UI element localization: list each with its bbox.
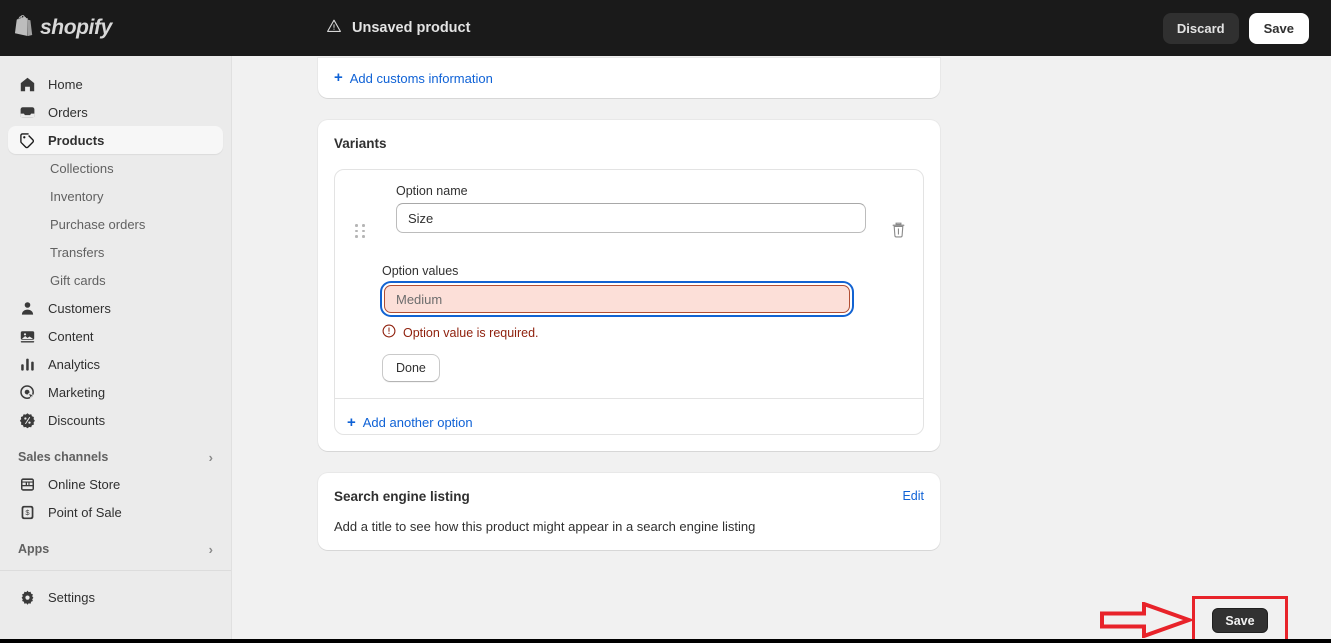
sidebar-item-discounts[interactable]: Discounts [8,406,223,434]
seo-edit-button[interactable]: Edit [902,489,924,503]
sidebar-item-gift-cards[interactable]: Gift cards [8,266,223,294]
sidebar-item-collections[interactable]: Collections [8,154,223,182]
pos-receipt-icon: $ [18,503,36,521]
main-content: + Add customs information Variants Optio… [232,56,1331,639]
add-another-option-button[interactable]: + Add another option [347,413,923,431]
sidebar-item-inventory[interactable]: Inventory [8,182,223,210]
home-icon [18,75,36,93]
topbar-actions: Discard Save [1162,12,1309,44]
sidebar-item-orders[interactable]: Orders [8,98,223,126]
chevron-right-icon: › [208,541,213,557]
delete-option-button[interactable] [885,218,911,244]
sidebar-item-online-store[interactable]: Online Store [8,470,223,498]
analytics-bars-icon [18,355,36,373]
seo-description: Add a title to see how this product migh… [334,519,756,534]
discount-badge-icon [18,411,36,429]
add-another-option-label: Add another option [362,415,473,430]
sidebar-item-label: Settings [48,589,95,605]
variants-card: Variants Option name Size Option values … [318,120,940,451]
sidebar-section-sales-channels[interactable]: Sales channels › [8,444,223,470]
sidebar-item-label: Home [48,76,83,92]
sidebar-subitem-label: Purchase orders [50,216,146,232]
option-editor-box: Option name Size Option values Medium Op… [334,169,924,435]
sidebar-item-marketing[interactable]: Marketing [8,378,223,406]
sidebar-section-label: Sales channels [18,450,109,464]
option-values-input-focus-ring [382,283,852,315]
error-text: Option value is required. [403,325,539,340]
sidebar-subitem-label: Inventory [50,188,104,204]
option-values-input[interactable] [384,285,850,313]
sidebar-item-purchase-orders[interactable]: Purchase orders [8,210,223,238]
option-values-label: Option values [382,264,459,278]
sidebar-nav: Home Orders Products Collections Invento… [0,56,232,639]
search-engine-listing-card: Search engine listing Edit Add a title t… [318,473,940,550]
storefront-icon [18,475,36,493]
add-customs-information-label: Add customs information [349,70,493,86]
option-name-label: Option name [396,184,468,198]
products-tag-icon [18,131,36,149]
error-circle-icon [382,324,396,341]
discard-button[interactable]: Discard [1162,12,1239,44]
sidebar-subitem-label: Collections [50,160,114,176]
seo-header: Search engine listing Edit [334,489,924,504]
sidebar-item-products[interactable]: Products [8,126,223,154]
orders-inbox-icon [18,103,36,121]
sidebar-subitem-label: Transfers [50,244,105,260]
sidebar-section-label: Apps [18,542,50,556]
sidebar-item-settings[interactable]: Settings [8,583,223,611]
sidebar-item-analytics[interactable]: Analytics [8,350,223,378]
sidebar-item-label: Marketing [48,384,106,400]
sidebar-item-label: Products [48,132,105,148]
option-name-input[interactable] [396,203,866,233]
sidebar-item-label: Analytics [48,356,101,372]
sidebar-subitem-label: Gift cards [50,272,106,288]
option-name-field-group: Option name [396,184,870,233]
shopify-bag-icon [13,14,33,42]
unsaved-status: Unsaved product [228,18,1163,39]
shopify-logo[interactable]: shopify [13,14,228,42]
customs-information-card: + Add customs information [318,58,940,98]
sidebar-item-label: Customers [48,300,111,316]
marketing-target-icon [18,383,36,401]
sidebar-item-label: Point of Sale [48,504,122,520]
top-bar: shopify Unsaved product Discard Save [0,0,1331,56]
variants-title: Variants [334,136,387,151]
sidebar-item-home[interactable]: Home [8,70,223,98]
drag-handle-icon[interactable] [355,224,369,238]
sidebar-item-label: Discounts [48,412,106,428]
sidebar-item-label: Content [48,328,94,344]
sidebar-item-transfers[interactable]: Transfers [8,238,223,266]
content-column: + Add customs information Variants Optio… [318,56,940,550]
shopify-wordmark: shopify [40,16,112,39]
gear-icon [18,588,36,606]
seo-title: Search engine listing [334,489,470,504]
trash-icon [890,221,907,242]
content-image-icon [18,327,36,345]
sidebar-section-apps[interactable]: Apps › [8,536,223,562]
sidebar-item-label: Orders [48,104,88,120]
chevron-right-icon: › [208,449,213,465]
done-button[interactable]: Done [382,354,440,382]
add-customs-information-button[interactable]: + Add customs information [334,69,493,86]
sidebar-item-point-of-sale[interactable]: $ Point of Sale [8,498,223,526]
add-another-option-row: + Add another option [335,399,923,434]
plus-icon: + [334,69,343,86]
option-values-field-group: Option values Medium Option value is req… [335,264,923,398]
save-button-floating[interactable]: Save [1212,608,1268,633]
customer-person-icon [18,299,36,317]
shopify-admin-screen: shopify Unsaved product Discard Save Hom… [0,0,1331,643]
option-name-row: Option name [335,184,923,244]
sidebar-item-content[interactable]: Content [8,322,223,350]
option-values-error-message: Option value is required. [382,324,923,341]
sidebar-item-label: Online Store [48,476,121,492]
save-button-topbar[interactable]: Save [1248,12,1309,44]
unsaved-status-label: Unsaved product [352,20,471,36]
warning-triangle-icon [326,18,342,39]
sidebar-item-customers[interactable]: Customers [8,294,223,322]
bottom-strip [0,639,1331,643]
plus-icon: + [347,413,356,431]
